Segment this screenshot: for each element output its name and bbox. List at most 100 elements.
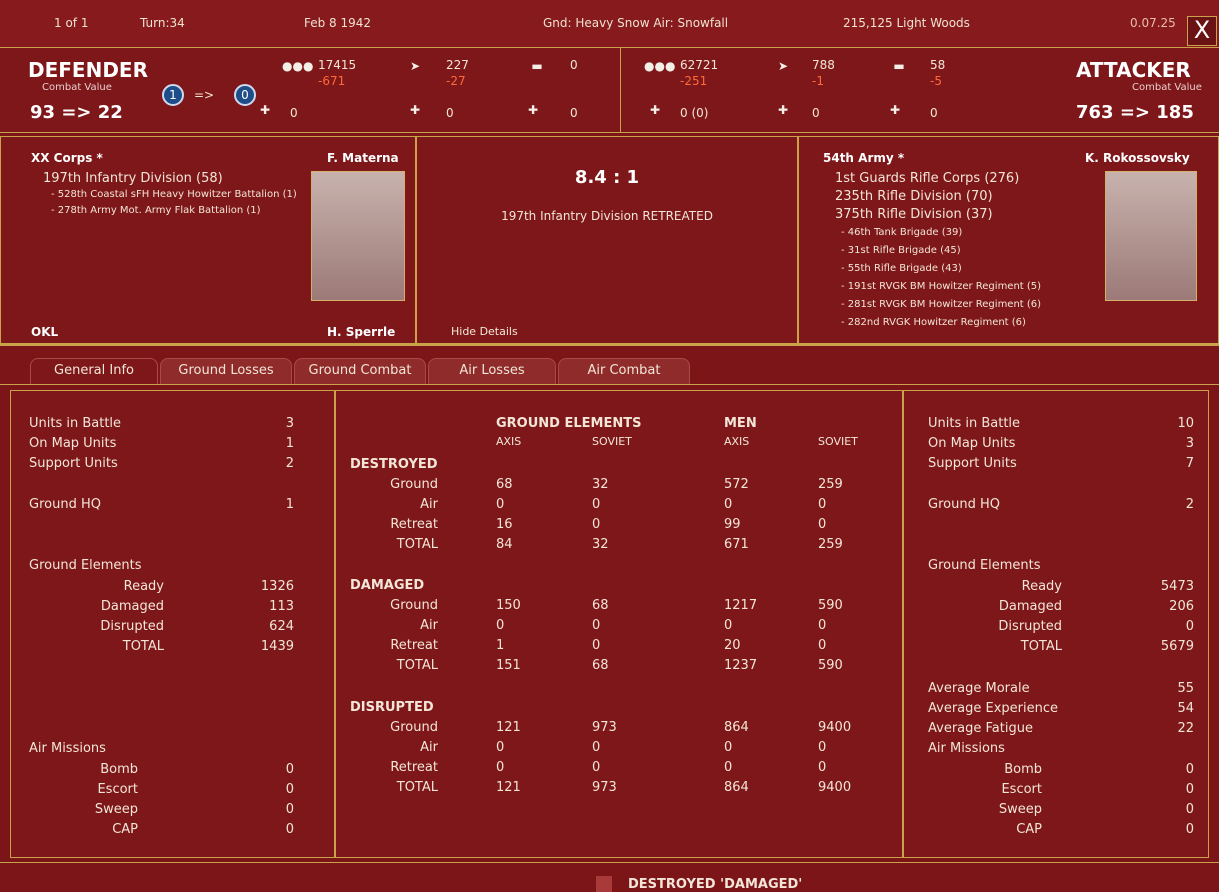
attacker-men: 62721 [680,58,719,72]
attacker-commander: K. Rokossovsky [1085,151,1190,165]
tab-divider-bottom [0,384,1219,385]
table-cell: 973 [592,780,617,795]
table-cell: 0 [592,638,601,653]
left-stat-label: Damaged [100,599,164,614]
attacker-air-3: 0 [930,106,938,120]
table-cell: 864 [724,720,749,735]
table-cell: 0 [818,760,827,775]
attacker-tanks-loss: -5 [930,74,942,88]
attacker-info-panel: 54th Army * K. Rokossovsky 1st Guards Ri… [798,136,1219,344]
table-cell: 0 [496,497,505,512]
left-stat-label: Disrupted [100,619,164,634]
right-stat-value: 10 [1177,416,1194,431]
close-button[interactable]: X [1187,16,1217,46]
table-cell: 0 [496,618,505,633]
table-cell: 0 [724,740,733,755]
column-axis: AXIS [496,435,522,448]
right-stat-label: Ready [1021,579,1062,594]
battle-result: 197th Infantry Division RETREATED [501,209,713,223]
row-label: TOTAL [396,780,438,795]
table-cell: 0 [592,740,601,755]
hide-details-link[interactable]: Hide Details [451,325,518,338]
legend-swatch [596,876,612,892]
table-cell: 590 [818,658,843,673]
left-stat-value: 1 [285,497,294,512]
right-stat-label: CAP [1016,822,1042,837]
tab-ground-losses[interactable]: Ground Losses [160,358,292,384]
table-cell: 9400 [818,720,852,735]
left-stat-label: CAP [112,822,138,837]
attacker-subunit: - 46th Tank Brigade (39) [841,227,963,238]
defender-air-1: 0 [290,106,298,120]
table-cell: 68 [496,477,513,492]
attacker-unit: 235th Rifle Division (70) [835,189,993,204]
table-cell: 0 [592,760,601,775]
tab-general-info[interactable]: General Info [30,358,158,384]
left-stat-value: 624 [269,619,294,634]
date-label: Feb 8 1942 [304,16,372,30]
defender-cv-circle-before: 1 [162,84,184,106]
defender-men-loss: -671 [318,74,346,88]
defender-air-2: 0 [446,106,454,120]
right-stat-value: 0 [1185,802,1194,817]
tab-ground-combat[interactable]: Ground Combat [294,358,426,384]
left-stat-label: Units in Battle [29,416,122,431]
left-stat-label: TOTAL [122,639,164,654]
table-cell: 0 [496,760,505,775]
row-label: Air [420,740,438,755]
table-cell: 259 [818,477,843,492]
tab-air-losses[interactable]: Air Losses [428,358,556,384]
ground-elements-header: GROUND ELEMENTS [496,416,642,431]
defender-cv: 93 => 22 [30,102,123,123]
right-stat-value: 5679 [1160,639,1194,654]
table-cell: 864 [724,780,749,795]
defender-info-panel: XX Corps * F. Materna 197th Infantry Div… [0,136,416,344]
defender-air-commander: H. Sperrle [327,325,396,339]
left-stat-label: Bomb [100,762,138,777]
right-stat-label: Units in Battle [928,416,1021,431]
attacker-subunit: - 281st RVGK BM Howitzer Regiment (6) [841,299,1042,310]
left-stat-value: 0 [285,822,294,837]
section-title: DESTROYED [350,457,438,472]
table-cell: 1217 [724,598,758,613]
table-cell: 84 [496,537,513,552]
right-stat-value: 54 [1177,701,1194,716]
attacker-subunit: - 31st Rifle Brigade (45) [841,245,961,256]
table-cell: 0 [496,740,505,755]
table-cell: 68 [592,598,609,613]
tab-air-combat[interactable]: Air Combat [558,358,690,384]
attacker-air-1: 0 (0) [680,106,709,120]
defender-corps: XX Corps * [31,151,103,165]
row-label: Retreat [390,517,438,532]
table-cell: 68 [592,658,609,673]
turn-label: Turn:34 [140,16,185,30]
defender-cv-circle-after: 0 [234,84,256,106]
column-axis: AXIS [724,435,750,448]
table-cell: 671 [724,537,749,552]
fighter-icon: ➤ [409,59,421,73]
tank-icon: ▬ [531,59,543,73]
left-stat-value: 2 [285,456,294,471]
defender-planes-loss: -27 [446,74,466,88]
table-cell: 1237 [724,658,758,673]
section-title: DAMAGED [350,578,425,593]
right-stat-value: 206 [1169,599,1194,614]
attacker-planes-loss: -1 [812,74,824,88]
left-stat-value: 0 [285,762,294,777]
right-stat-value: 0 [1185,822,1194,837]
table-cell: 150 [496,598,521,613]
right-stat-label: Sweep [998,802,1042,817]
footer-divider [0,862,1219,863]
defender-air-3: 0 [570,106,578,120]
plane-icon: ✚ [777,103,789,117]
battle-result-panel: 8.4 : 1 197th Infantry Division RETREATE… [416,136,798,344]
version-label: 0.07.25 [1130,16,1176,30]
left-stat-label: Ready [123,579,164,594]
right-stat-value: 0 [1185,619,1194,634]
row-label: Retreat [390,638,438,653]
row-label: Air [420,497,438,512]
plane-icon: ✚ [889,103,901,117]
left-stat-value: 3 [285,416,294,431]
right-stat-label: Support Units [928,456,1017,471]
plane-icon: ✚ [409,103,421,117]
